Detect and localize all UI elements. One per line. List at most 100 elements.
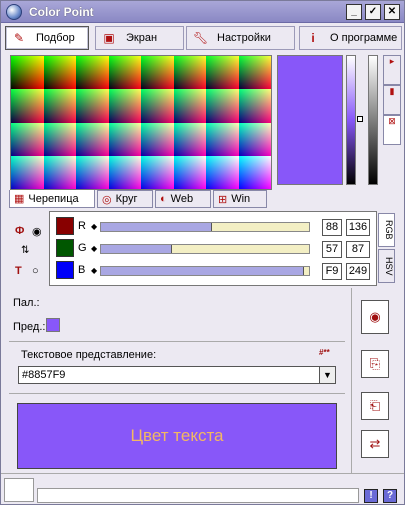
help-button[interactable]: ?	[383, 489, 397, 503]
color-tile[interactable]	[173, 56, 206, 90]
copy-button[interactable]: ⎘	[361, 350, 389, 378]
status-text-field	[37, 488, 359, 503]
blue-slider[interactable]	[100, 266, 310, 276]
color-tile[interactable]	[238, 89, 271, 123]
blue-hex-field[interactable]: F9	[322, 263, 342, 280]
green-dec-field[interactable]: 87	[346, 241, 370, 258]
color-tile[interactable]	[43, 56, 76, 90]
checkmark-button[interactable]: ✓	[365, 4, 381, 20]
color-tile[interactable]	[11, 89, 44, 123]
swap-colors-button[interactable]: ⇄	[361, 430, 389, 458]
side-tab-3[interactable]: ⊠	[383, 115, 401, 145]
color-tile[interactable]	[206, 155, 239, 189]
color-tile[interactable]	[76, 56, 109, 90]
tab-settings[interactable]: 🔧︎ Настройки	[186, 26, 295, 50]
subtab-web[interactable]: ◐ Web	[155, 190, 211, 208]
blue-slider-fill	[101, 267, 304, 275]
brightness-slider[interactable]	[368, 55, 378, 185]
color-tile[interactable]	[76, 89, 109, 123]
red-dec-field[interactable]: 136	[346, 219, 370, 236]
title-bar[interactable]: Color Point _ ✓ ✕	[1, 1, 404, 23]
green-diamond-icon: ◆	[91, 244, 98, 253]
tab-ekran[interactable]: ▣ Экран	[95, 26, 184, 50]
close-button[interactable]: ✕	[384, 4, 400, 20]
status-bar: ! ?	[1, 473, 404, 504]
color-tile[interactable]	[11, 155, 44, 189]
red-diamond-icon: ◆	[91, 222, 98, 231]
color-tile[interactable]	[11, 122, 44, 156]
color-tile[interactable]	[206, 122, 239, 156]
green-hex-field[interactable]: 57	[322, 241, 342, 258]
window-title: Color Point	[29, 5, 94, 19]
color-tile[interactable]	[108, 122, 141, 156]
swap-icon[interactable]: ⇅	[21, 245, 29, 256]
color-tile[interactable]	[173, 155, 206, 189]
subtab-label: Win	[231, 193, 251, 205]
shade-slider-handle[interactable]	[357, 116, 363, 122]
palette-label: Пал.:	[13, 297, 40, 309]
color-tile[interactable]	[238, 56, 271, 90]
color-tile[interactable]	[11, 56, 44, 90]
tab-label: Настройки	[217, 32, 271, 44]
green-slider[interactable]	[100, 244, 310, 254]
side-tab-1[interactable]: ▸	[383, 55, 401, 85]
tab-rgb[interactable]: RGB	[378, 213, 395, 247]
radio-text[interactable]: ○	[32, 265, 39, 277]
color-tile[interactable]	[108, 56, 141, 90]
subtab-circle[interactable]: ◎ Круг	[97, 190, 153, 208]
minimize-button[interactable]: _	[346, 4, 362, 20]
red-hex-field[interactable]: 88	[322, 219, 342, 236]
red-slider-fill	[101, 223, 212, 231]
subtab-tiles[interactable]: ▦ Черепица	[9, 190, 95, 208]
color-tile[interactable]	[238, 155, 271, 189]
tab-hsv[interactable]: HSV	[378, 249, 395, 283]
app-logo-icon	[6, 4, 22, 20]
color-tile[interactable]	[141, 89, 174, 123]
status-color-cell	[4, 478, 34, 502]
green-swatch	[56, 239, 74, 257]
text-repr-combo[interactable]: #8857F9 ▼	[18, 366, 336, 384]
color-tile[interactable]	[206, 89, 239, 123]
color-tile[interactable]	[173, 89, 206, 123]
color-tile[interactable]	[173, 122, 206, 156]
color-preview[interactable]	[277, 55, 343, 185]
app-window: Color Point _ ✓ ✕ ✎ Подбор ▣ Экран 🔧︎ На…	[0, 0, 405, 505]
color-tile[interactable]	[43, 122, 76, 156]
color-tile[interactable]	[76, 122, 109, 156]
color-tile-grid[interactable]	[10, 55, 272, 190]
eyedropper-icon: ✎	[13, 31, 25, 45]
color-tile[interactable]	[43, 89, 76, 123]
hint-button[interactable]: !	[364, 489, 378, 503]
color-tile[interactable]	[141, 122, 174, 156]
main-tabs: ✎ Подбор ▣ Экран 🔧︎ Настройки i О програ…	[5, 26, 402, 50]
tab-podbor[interactable]: ✎ Подбор	[5, 26, 89, 50]
color-tile[interactable]	[108, 89, 141, 123]
color-tile[interactable]	[141, 155, 174, 189]
text-repr-label: Текстовое представление:	[21, 349, 157, 361]
chevron-down-icon[interactable]: ▼	[319, 367, 335, 383]
paste-button[interactable]: ⎗	[361, 392, 389, 420]
color-tile[interactable]	[76, 155, 109, 189]
rgb-panel: R ◆ 88 136 G ◆ 57 87 B ◆ F9 249	[49, 211, 377, 286]
color-tile[interactable]	[108, 155, 141, 189]
red-slider[interactable]	[100, 222, 310, 232]
color-tile[interactable]	[206, 56, 239, 90]
palette-button[interactable]: ◉	[361, 300, 389, 334]
tab-about[interactable]: i О программе	[299, 26, 402, 50]
previous-color-swatch[interactable]	[46, 318, 60, 332]
text-mode-icon: T	[15, 265, 22, 277]
red-label: R	[78, 220, 86, 232]
color-tile[interactable]	[141, 56, 174, 90]
radio-background[interactable]: ◉	[32, 225, 42, 238]
color-tile[interactable]	[238, 122, 271, 156]
subtab-win[interactable]: ⊞ Win	[213, 190, 267, 208]
color-tile[interactable]	[43, 155, 76, 189]
sample-text: Цвет текста	[130, 426, 224, 445]
side-tab-2[interactable]: ▮	[383, 85, 401, 115]
tab-label: Экран	[126, 32, 158, 44]
monitor-icon: ▣	[103, 31, 115, 45]
format-marker[interactable]: #**	[319, 348, 330, 357]
shade-slider[interactable]	[346, 55, 363, 185]
blue-dec-field[interactable]: 249	[346, 263, 370, 280]
divider	[9, 341, 345, 342]
